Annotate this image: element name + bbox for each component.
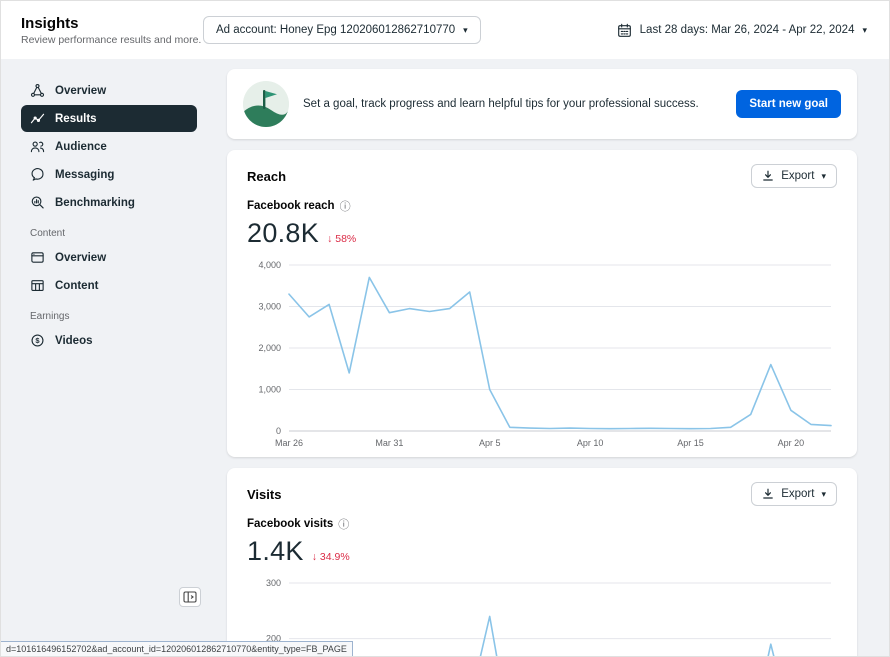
page-title-block: Insights Review performance results and … xyxy=(21,15,203,46)
sidebar-item-label: Overview xyxy=(55,84,107,97)
sidebar-item-overview[interactable]: Overview xyxy=(21,77,197,104)
visits-metric-label-text: Facebook visits xyxy=(247,518,334,530)
svg-text:0: 0 xyxy=(276,426,281,436)
svg-text:Mar 26: Mar 26 xyxy=(275,438,303,448)
goal-banner-text: Set a goal, track progress and learn hel… xyxy=(303,98,699,110)
collapse-sidebar-button[interactable] xyxy=(179,587,201,607)
svg-text:Mar 31: Mar 31 xyxy=(375,438,403,448)
export-label: Export xyxy=(781,488,815,500)
reach-card: Reach Export ▾ Facebook reach ⓘ 20.8K ↓ … xyxy=(227,150,857,457)
reach-metric-value-row: 20.8K ↓ 58% xyxy=(247,218,837,249)
sidebar: Overview Results Audience Messaging Benc… xyxy=(1,59,207,656)
reach-metric-value: 20.8K xyxy=(247,218,320,248)
visits-card-title: Visits xyxy=(247,486,282,502)
visits-metric-value: 1.4K xyxy=(247,536,304,566)
sidebar-item-label: Results xyxy=(55,112,97,125)
visits-card-header: Visits Export ▾ xyxy=(247,482,837,506)
svg-text:Apr 15: Apr 15 xyxy=(677,438,704,448)
flag-illustration-icon xyxy=(243,81,289,127)
sidebar-item-label: Content xyxy=(55,279,99,292)
start-new-goal-button[interactable]: Start new goal xyxy=(736,90,841,118)
svg-text:Apr 20: Apr 20 xyxy=(778,438,805,448)
table-icon xyxy=(31,280,44,291)
sidebar-item-label: Videos xyxy=(55,334,93,347)
ad-account-selector[interactable]: Ad account: Honey Epg 120206012862710770… xyxy=(203,16,481,44)
chevron-down-icon: ▾ xyxy=(463,24,468,35)
sidebar-item-videos[interactable]: $ Videos xyxy=(21,327,197,354)
status-url-text: d=101616496152702&ad_account_id=12020601… xyxy=(1,641,353,656)
sidebar-item-messaging[interactable]: Messaging xyxy=(21,161,197,188)
overview-icon xyxy=(30,83,45,97)
visits-metric-delta: ↓ 34.9% xyxy=(311,551,350,563)
messaging-icon xyxy=(31,168,44,181)
sidebar-item-content-overview[interactable]: Overview xyxy=(21,244,197,271)
download-icon xyxy=(763,488,774,499)
reach-export-button[interactable]: Export ▾ xyxy=(751,164,837,188)
dollar-circle-icon: $ xyxy=(31,334,44,347)
insights-page: Insights Review performance results and … xyxy=(0,0,890,657)
audience-icon xyxy=(30,141,45,153)
top-bar: Insights Review performance results and … xyxy=(1,1,889,59)
results-icon xyxy=(30,113,45,124)
goal-illustration xyxy=(243,81,289,127)
reach-chart: 0 1,000 2,000 3,000 4,000 Mar 26 Mar 31 Apr 5 Ap… xyxy=(247,259,837,451)
svg-text:Apr 10: Apr 10 xyxy=(577,438,604,448)
benchmarking-icon xyxy=(31,196,44,209)
visits-card: Visits Export ▾ Facebook visits ⓘ 1.4K ↓… xyxy=(227,468,857,656)
page-subtitle: Review performance results and more. xyxy=(21,33,202,46)
visits-export-button[interactable]: Export ▾ xyxy=(751,482,837,506)
calendar-icon xyxy=(617,23,631,37)
sidebar-item-content[interactable]: Content xyxy=(21,272,197,299)
sidebar-item-label: Benchmarking xyxy=(55,196,135,209)
svg-text:$: $ xyxy=(35,336,40,345)
sidebar-item-label: Messaging xyxy=(55,168,115,181)
main-content: Set a goal, track progress and learn hel… xyxy=(207,59,889,656)
sidebar-item-results[interactable]: Results xyxy=(21,105,197,132)
download-icon xyxy=(763,170,774,181)
page-title: Insights xyxy=(21,14,79,32)
reach-metric-label: Facebook reach ⓘ xyxy=(247,198,837,214)
page-body: Overview Results Audience Messaging Benc… xyxy=(1,59,889,656)
svg-text:4,000: 4,000 xyxy=(258,260,281,270)
info-icon[interactable]: ⓘ xyxy=(338,516,349,532)
reach-card-title: Reach xyxy=(247,168,287,184)
visits-metric-label: Facebook visits ⓘ xyxy=(247,516,837,532)
sidebar-item-benchmarking[interactable]: Benchmarking xyxy=(21,189,197,216)
sidebar-item-audience[interactable]: Audience xyxy=(21,133,197,160)
info-icon[interactable]: ⓘ xyxy=(340,198,351,214)
svg-text:3,000: 3,000 xyxy=(258,302,281,312)
sidebar-section-earnings: Earnings xyxy=(30,311,70,322)
chevron-down-icon: ▾ xyxy=(821,488,826,499)
chevron-down-icon: ▾ xyxy=(821,170,826,181)
sidebar-item-label: Overview xyxy=(55,251,107,264)
reach-metric-delta: ↓ 58% xyxy=(327,233,357,245)
reach-card-header: Reach Export ▾ xyxy=(247,164,837,188)
chevron-down-icon: ▾ xyxy=(862,24,867,35)
sidebar-section-content: Content xyxy=(30,228,66,239)
svg-text:Apr 5: Apr 5 xyxy=(479,438,501,448)
date-range-selector[interactable]: Last 28 days: Mar 26, 2024 - Apr 22, 202… xyxy=(617,23,867,38)
goal-banner: Set a goal, track progress and learn hel… xyxy=(227,69,857,139)
date-range-label: Last 28 days: Mar 26, 2024 - Apr 22, 202… xyxy=(639,24,855,36)
visits-metric-value-row: 1.4K ↓ 34.9% xyxy=(247,536,837,567)
collapse-panel-icon xyxy=(183,591,197,603)
svg-text:300: 300 xyxy=(266,578,281,588)
reach-metric-label-text: Facebook reach xyxy=(247,200,335,212)
svg-text:1,000: 1,000 xyxy=(258,385,281,395)
export-label: Export xyxy=(781,170,815,182)
svg-text:2,000: 2,000 xyxy=(258,343,281,353)
sidebar-item-label: Audience xyxy=(55,140,107,153)
ad-account-label: Ad account: Honey Epg 120206012862710770 xyxy=(216,24,456,36)
window-icon xyxy=(31,252,44,263)
